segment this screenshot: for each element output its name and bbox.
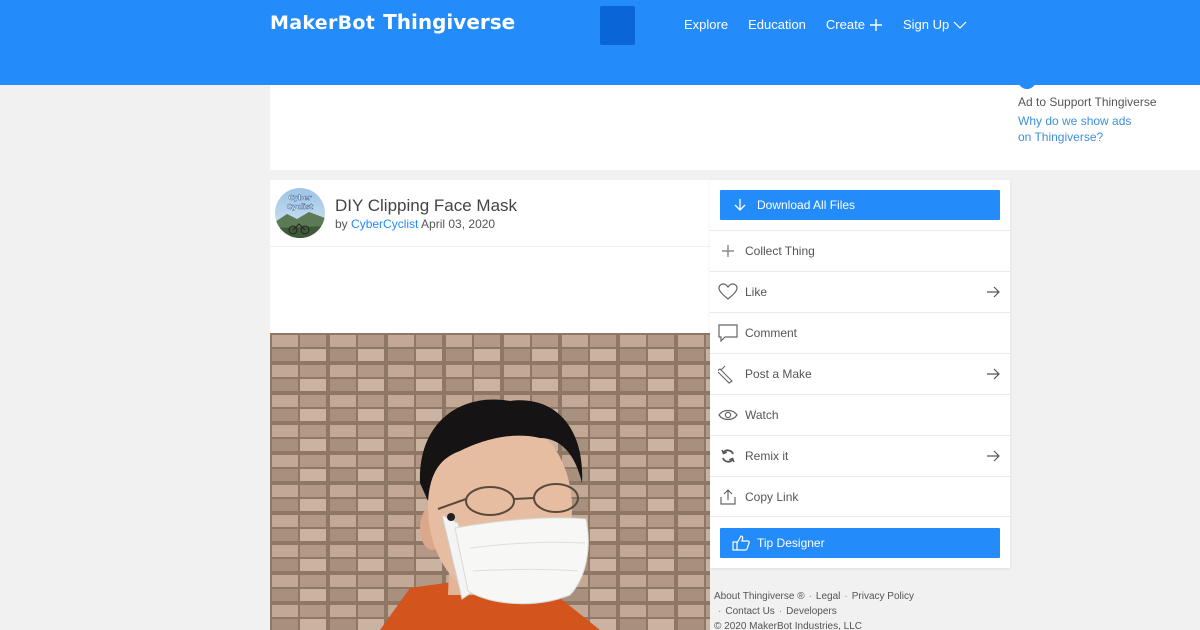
- comment-label: Comment: [745, 326, 798, 340]
- action-list: Collect Thing Like Comment Post a Make W…: [710, 230, 1010, 517]
- heart-icon: [718, 282, 738, 302]
- nav-create[interactable]: Create: [826, 17, 883, 32]
- ad-banner-area: Ad to Support Thingiverse Why do we show…: [270, 77, 1200, 170]
- footer: About Thingiverse ® · Legal · Privacy Po…: [714, 589, 914, 630]
- footer-privacy-link[interactable]: Privacy Policy: [852, 589, 914, 604]
- ad-indicator: [1018, 77, 1036, 89]
- pencil-icon: [718, 364, 738, 384]
- nav-explore-label: Explore: [684, 17, 729, 32]
- svg-text:Cyclist: Cyclist: [287, 203, 314, 211]
- footer-separator: ·: [718, 606, 722, 617]
- arrow-right-icon: [986, 285, 1000, 299]
- footer-copyright: © 2020 MakerBot Industries, LLC: [714, 621, 862, 630]
- watch-label: Watch: [745, 408, 779, 422]
- thing-card: Cyber Cyclist DIY Clipping Face Mask by …: [270, 180, 710, 630]
- copy-link-label: Copy Link: [745, 489, 799, 504]
- comment-button[interactable]: Comment: [710, 312, 1010, 353]
- ad-support-text: Ad to Support Thingiverse: [1018, 95, 1157, 109]
- author-link[interactable]: CyberCyclist: [351, 217, 418, 231]
- footer-developers-link[interactable]: Developers: [786, 604, 837, 619]
- top-navigation-bar: MakerBot Thingiverse Explore Education C…: [0, 0, 1200, 85]
- byline-prefix: by: [335, 217, 348, 231]
- plus-icon: [718, 241, 738, 261]
- remix-button[interactable]: Remix it: [710, 435, 1010, 476]
- thumbs-up-icon: [732, 535, 750, 551]
- thingiverse-logo[interactable]: MakerBot Thingiverse: [270, 10, 515, 38]
- nav-education-label: Education: [748, 17, 806, 32]
- share-icon: [718, 487, 738, 507]
- publish-date: April 03, 2020: [421, 217, 496, 231]
- plus-icon: [869, 18, 883, 32]
- thing-byline: by CyberCyclist April 03, 2020: [335, 217, 495, 231]
- logo-makerbot-text: MakerBot: [270, 12, 376, 34]
- thing-actions-panel: Download All Files Collect Thing Like Co…: [710, 180, 1010, 568]
- post-a-make-button[interactable]: Post a Make: [710, 353, 1010, 394]
- comment-icon: [718, 323, 738, 343]
- nav-sign-up-label: Sign Up: [902, 17, 950, 32]
- svg-text:Cyber: Cyber: [289, 194, 312, 202]
- search-button[interactable]: [600, 6, 635, 45]
- tip-designer-button[interactable]: Tip Designer: [720, 528, 1000, 558]
- footer-separator: ·: [844, 591, 848, 602]
- footer-about-link[interactable]: About Thingiverse ®: [714, 589, 805, 604]
- nav-education[interactable]: Education: [748, 17, 806, 32]
- arrow-right-icon: [986, 449, 1000, 463]
- footer-contact-link[interactable]: Contact Us: [725, 604, 774, 619]
- remix-icon: [718, 446, 738, 466]
- post-a-make-label: Post a Make: [745, 367, 812, 381]
- download-all-files-button[interactable]: Download All Files: [720, 190, 1000, 220]
- nav-sign-up[interactable]: Sign Up: [903, 17, 967, 32]
- copy-link-button[interactable]: Copy Link: [710, 476, 1010, 517]
- download-all-files-label: Download All Files: [757, 198, 856, 212]
- download-icon: [732, 197, 750, 213]
- nav-create-label: Create: [825, 17, 865, 32]
- footer-legal-link[interactable]: Legal: [816, 589, 840, 604]
- eye-icon: [718, 405, 738, 425]
- arrow-right-icon: [986, 367, 1000, 381]
- logo-thingiverse-text: Thingiverse: [383, 10, 516, 34]
- why-ads-link[interactable]: Why do we show ads on Thingiverse?: [1018, 113, 1148, 145]
- collect-thing-label: Collect Thing: [745, 244, 815, 258]
- collect-thing-button[interactable]: Collect Thing: [710, 230, 1010, 271]
- thing-header: Cyber Cyclist DIY Clipping Face Mask by …: [270, 180, 710, 247]
- footer-separator: ·: [808, 591, 812, 602]
- chevron-down-icon: [953, 20, 967, 30]
- nav-explore[interactable]: Explore: [684, 17, 728, 32]
- watch-button[interactable]: Watch: [710, 394, 1010, 435]
- main-nav: Explore Education Create Sign Up: [684, 17, 987, 32]
- thing-title: DIY Clipping Face Mask: [335, 196, 518, 215]
- thing-main-image[interactable]: [270, 333, 710, 630]
- tip-designer-label: Tip Designer: [757, 536, 825, 550]
- footer-separator: ·: [778, 606, 783, 617]
- remix-label: Remix it: [745, 449, 789, 463]
- like-label: Like: [745, 285, 768, 299]
- avatar[interactable]: Cyber Cyclist: [275, 188, 325, 238]
- like-button[interactable]: Like: [710, 271, 1010, 312]
